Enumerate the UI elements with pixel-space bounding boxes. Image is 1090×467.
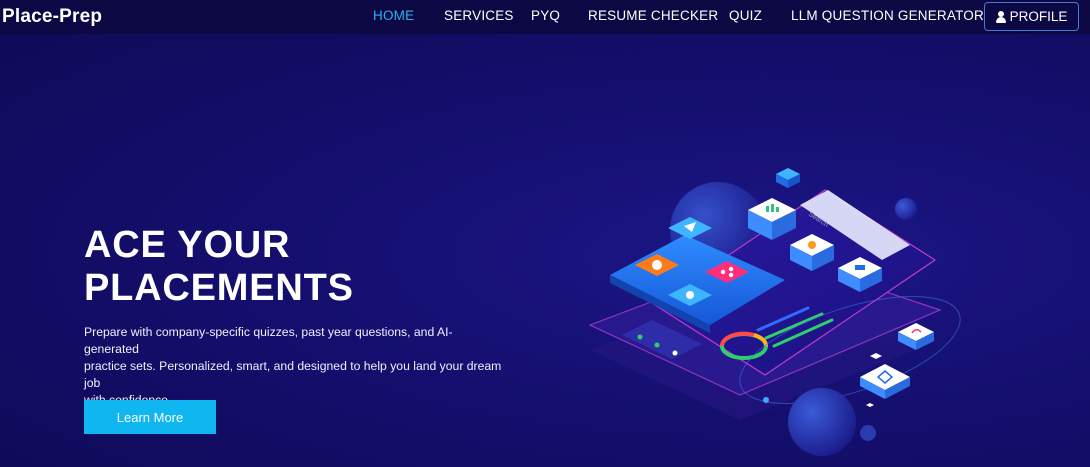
hero-illustration: Search <box>588 168 961 456</box>
diamond-cube <box>860 364 910 399</box>
navbar: Place-Prep HOME SERVICES PYQ RESUME CHEC… <box>0 0 1090 34</box>
hero-title: ACE YOUR PLACEMENTS <box>84 224 504 310</box>
decor-chip-2 <box>866 403 874 407</box>
nav-resume-checker[interactable]: RESUME CHECKER <box>588 8 718 23</box>
hero-description-line1: Prepare with company-specific quizzes, p… <box>84 325 453 356</box>
nav-llm-question-generator[interactable]: LLM QUESTION GENERATOR <box>791 8 984 23</box>
profile-label: PROFILE <box>1009 9 1068 24</box>
mail-cube <box>776 168 800 188</box>
hero-title-line2: PLACEMENTS <box>84 267 354 309</box>
profile-button[interactable]: PROFILE <box>984 2 1079 31</box>
decor-orb-small <box>895 198 917 220</box>
nav-pyq[interactable]: PYQ <box>531 8 560 23</box>
brand-logo[interactable]: Place-Prep <box>2 6 102 28</box>
hero-description: Prepare with company-specific quizzes, p… <box>84 324 504 409</box>
hero-title-line1: ACE YOUR <box>84 224 291 266</box>
decor-orb-tiny <box>860 425 876 441</box>
orbit-dot <box>763 397 769 403</box>
nav-quiz[interactable]: QUIZ <box>729 8 762 23</box>
hero-description-line2: practice sets. Personalized, smart, and … <box>84 359 502 390</box>
nav-home[interactable]: HOME <box>373 8 414 23</box>
nav-services[interactable]: SERVICES <box>444 8 514 23</box>
decor-orb-front <box>788 388 856 456</box>
user-icon <box>995 10 1006 23</box>
learn-more-button[interactable]: Learn More <box>84 400 216 434</box>
